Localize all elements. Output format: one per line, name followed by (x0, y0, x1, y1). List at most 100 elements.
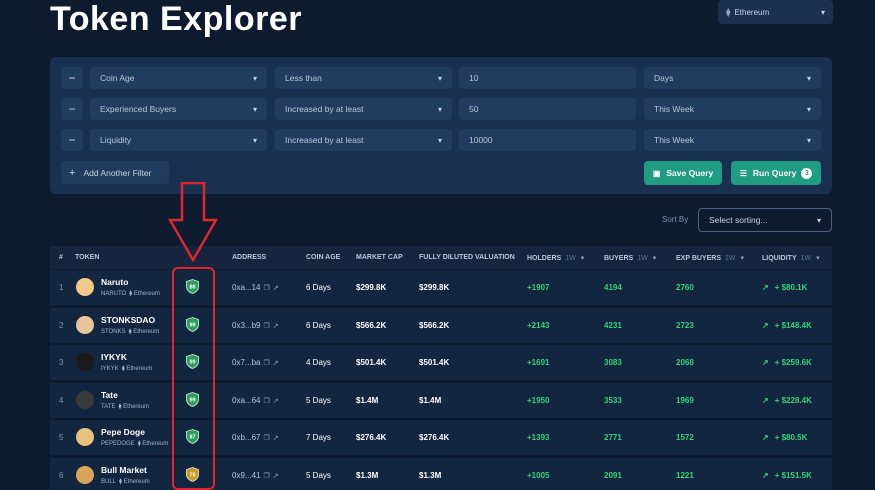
add-filter-button[interactable]: + Add Another Filter (61, 161, 169, 184)
filter-operator-select[interactable]: Increased by at least ▾ (275, 98, 452, 120)
token-name[interactable]: IYKYK (101, 352, 127, 362)
token-name[interactable]: Bull Market (101, 465, 147, 475)
filter-field-select[interactable]: Liquidity ▾ (90, 129, 267, 151)
trend-up-icon: ↗ (762, 470, 769, 480)
remove-filter-button[interactable]: − (61, 67, 83, 89)
chevron-down-icon: ▾ (437, 73, 442, 83)
external-link-icon[interactable]: ↗ (273, 435, 279, 442)
token-chain: Ethereum (133, 291, 160, 297)
filter-operator-select[interactable]: Less than ▾ (275, 67, 452, 89)
holders-change: +1005 (527, 470, 550, 480)
market-cap: $501.4K (356, 358, 387, 367)
filter-value-input[interactable]: 50 (459, 98, 636, 120)
chevron-down-icon: ▾ (252, 104, 257, 114)
header-holders-period: 1W (565, 255, 576, 262)
table-row[interactable]: 5 Pepe Doge PEPEDOGE ⧫ Ethereum 87 0xb...… (50, 419, 832, 455)
network-selector[interactable]: ⧫ Ethereum ▾ (718, 0, 833, 24)
filter-field-select[interactable]: Experienced Buyers ▾ (90, 98, 267, 120)
run-query-label: Run Query (752, 168, 797, 178)
filter-operator-value: Increased by at least (285, 135, 364, 145)
filter-unit-select[interactable]: This Week ▾ (644, 129, 821, 151)
filter-unit-select[interactable]: Days ▾ (644, 67, 821, 89)
plus-icon: + (69, 166, 76, 179)
table-row[interactable]: 4 Tate TATE ⧫ Ethereum 99 0xa...64 ❐ ↗ 5 Da… (50, 381, 832, 418)
table-row[interactable]: 2 STONKSDAO STONKS ⧫ Ethereum 99 0x3...b9… (50, 306, 832, 343)
chevron-down-icon: ▾ (437, 104, 442, 114)
copy-icon[interactable]: ❐ (263, 435, 269, 442)
token-chain: Ethereum (133, 328, 160, 335)
token-name[interactable]: Naruto (101, 277, 128, 287)
header-holders[interactable]: HOLDERS 1W ▾ (527, 254, 584, 262)
table-row[interactable]: 3 IYKYK IYKYK ⧫ Ethereum 99 0x7...ba ❐ ↗ 4 … (50, 344, 832, 380)
token-name[interactable]: Pepe Doge (101, 427, 145, 437)
liquidity-change: ↗ + $151.5K (762, 471, 812, 480)
run-query-button[interactable]: ☰ Run Query 3 (731, 161, 821, 185)
filter-operator-select[interactable]: Increased by at least ▾ (275, 129, 452, 151)
filter-value-input[interactable]: 10 (459, 67, 636, 89)
header-exp-buyers[interactable]: EXP BUYERS 1W ▾ (676, 254, 744, 262)
remove-filter-button[interactable]: − (61, 129, 83, 151)
token-avatar (76, 465, 94, 484)
chevron-down-icon: ▾ (806, 104, 811, 114)
ethereum-icon: ⧫ (726, 6, 731, 17)
ethereum-icon: ⧫ (121, 366, 125, 372)
copy-icon[interactable]: ❐ (263, 398, 269, 405)
address-text: 0xb...67 (232, 433, 261, 442)
copy-icon[interactable]: ❐ (263, 360, 269, 367)
external-link-icon[interactable]: ↗ (273, 323, 279, 330)
trend-up-icon: ↗ (762, 395, 769, 405)
coin-age: 5 Days (306, 395, 331, 405)
chevron-down-icon: ▾ (252, 135, 257, 145)
header-fdv: FULLY DILUTED VALUATION (419, 254, 515, 261)
token-address[interactable]: 0x7...ba ❐ ↗ (232, 358, 279, 367)
header-coin-age: COIN AGE (306, 254, 341, 261)
token-address[interactable]: 0x3...b9 ❐ ↗ (232, 321, 279, 330)
token-chain: Ethereum (142, 441, 169, 447)
sort-by-label: Sort By (662, 215, 689, 224)
copy-icon[interactable]: ❐ (263, 323, 269, 330)
token-address[interactable]: 0x9...41 ❐ ↗ (232, 471, 279, 480)
token-address[interactable]: 0xa...14 ❐ ↗ (232, 283, 279, 292)
copy-icon[interactable]: ❐ (263, 285, 269, 292)
filter-field-select[interactable]: Coin Age ▾ (90, 67, 267, 89)
filter-unit-select[interactable]: This Week ▾ (644, 98, 821, 120)
header-address: ADDRESS (232, 254, 267, 261)
table-row[interactable]: 1 Naruto NARUTO ⧫ Ethereum 88 0xa...14 ❐ ↗ … (50, 269, 832, 305)
exp-buyers-count: 1572 (676, 433, 694, 442)
liquidity-change: ↗ + $148.4K (762, 321, 812, 330)
row-index: 3 (59, 358, 64, 367)
external-link-icon[interactable]: ↗ (273, 360, 279, 367)
copy-icon[interactable]: ❐ (263, 473, 269, 480)
market-cap: $276.4K (356, 433, 387, 442)
token-symbol: IYKYK (101, 366, 119, 372)
token-address[interactable]: 0xa...64 ❐ ↗ (232, 396, 279, 405)
header-index: # (59, 254, 63, 261)
token-address[interactable]: 0xb...67 ❐ ↗ (232, 433, 279, 442)
table-row[interactable]: 6 Bull Market BULL ⧫ Ethereum 78 0x9...41… (50, 456, 832, 490)
annotation-arrow (168, 182, 218, 262)
holders-change: +2143 (527, 320, 550, 330)
row-index: 5 (59, 433, 64, 442)
token-name[interactable]: STONKSDAO (101, 315, 155, 325)
filter-icon: ☰ (739, 168, 747, 178)
token-table: # TOKEN ADDRESS COIN AGE MARKET CAP FULL… (50, 246, 832, 490)
filter-operator-value: Less than (285, 73, 322, 83)
external-link-icon[interactable]: ↗ (273, 473, 279, 480)
remove-filter-button[interactable]: − (61, 98, 83, 120)
header-buyers[interactable]: BUYERS 1W ▾ (604, 254, 656, 262)
fdv: $566.2K (419, 320, 450, 330)
external-link-icon[interactable]: ↗ (273, 285, 279, 292)
buyers-count: 2771 (604, 433, 622, 442)
liquidity-value: + $80.1K (774, 283, 808, 292)
header-liquidity[interactable]: LIQUIDITY 1W ▾ (762, 254, 820, 262)
external-link-icon[interactable]: ↗ (273, 398, 279, 405)
filter-value-input[interactable]: 10000 (459, 129, 636, 151)
sort-select[interactable]: Select sorting... ▾ (698, 208, 832, 232)
liquidity-change: ↗ + $228.4K (762, 396, 812, 405)
holders-change: +1907 (527, 283, 550, 292)
network-label: Ethereum (734, 7, 770, 17)
save-query-button[interactable]: ▣ Save Query (644, 161, 722, 185)
buyers-count: 4194 (604, 283, 622, 292)
market-cap: $566.2K (356, 320, 387, 330)
token-name[interactable]: Tate (101, 390, 118, 400)
